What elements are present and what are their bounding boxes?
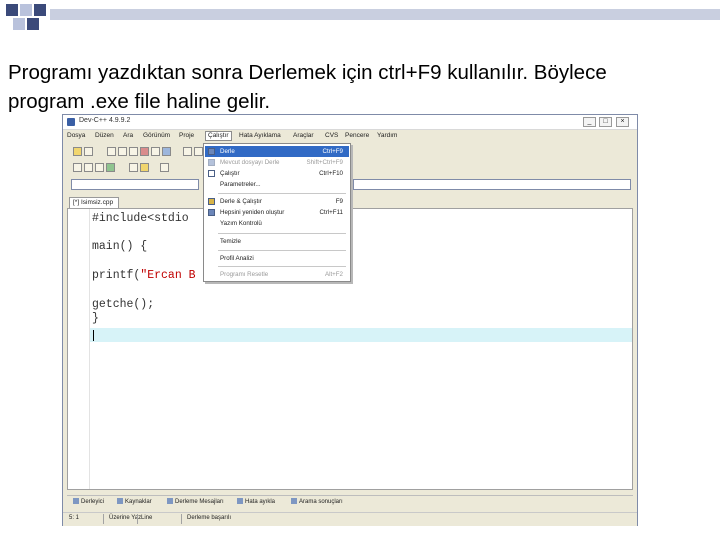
member-combo[interactable] bbox=[353, 179, 631, 190]
menu-separator bbox=[218, 193, 346, 194]
compile-current-icon bbox=[208, 159, 215, 166]
resources-icon bbox=[117, 498, 123, 504]
deco-square-2 bbox=[20, 4, 32, 16]
caption-line-2: program .exe file haline gelir. bbox=[8, 90, 271, 113]
menu-item-run[interactable]: Çalıştır Ctrl+F10 bbox=[205, 168, 349, 179]
deco-square-1 bbox=[6, 4, 18, 16]
menu-item-rebuild-all[interactable]: Hepsini yeniden oluştur Ctrl+F11 bbox=[205, 207, 349, 218]
rebuild-icon bbox=[208, 209, 215, 216]
caption-line-1: Programı yazdıktan sonra Derlemek için c… bbox=[8, 61, 607, 84]
status-lines: Line bbox=[141, 515, 153, 521]
status-message: Derleme başarılı bbox=[187, 515, 232, 521]
tab-compiler[interactable]: Derleyici bbox=[73, 498, 104, 505]
status-separator bbox=[181, 514, 182, 524]
code-line-3: printf("Ercan B bbox=[92, 269, 196, 282]
menu-item-compile[interactable]: Derle Ctrl+F9 bbox=[205, 146, 349, 157]
remove-icon[interactable] bbox=[95, 163, 104, 172]
status-separator bbox=[137, 514, 138, 524]
class-combo[interactable] bbox=[71, 179, 199, 190]
compile-log-icon bbox=[167, 498, 173, 504]
code-line-3-string: "Ercan B bbox=[140, 269, 196, 282]
status-bar: 5: 1 Üzerine Yaz Line Derleme başarılı bbox=[63, 512, 637, 526]
editor-gutter bbox=[68, 209, 90, 489]
menu-tools[interactable]: Araçlar bbox=[291, 131, 316, 141]
menu-item-profile-analysis[interactable]: Profil Analizi bbox=[205, 253, 349, 264]
menu-item-compile-current[interactable]: Mevcut dosyayı Derle Shift+Ctrl+F9 bbox=[205, 157, 349, 168]
menu-search[interactable]: Ara bbox=[121, 131, 135, 141]
open-project-icon[interactable] bbox=[73, 147, 82, 156]
menu-window[interactable]: Pencere bbox=[343, 131, 371, 141]
help-icon[interactable] bbox=[140, 163, 149, 172]
toggle-bookmark-icon[interactable] bbox=[129, 147, 138, 156]
unindent-icon[interactable] bbox=[194, 147, 203, 156]
menu-debug[interactable]: Hata Ayıklama bbox=[237, 131, 283, 141]
menu-item-syntax-check[interactable]: Yazım Kontrolü bbox=[205, 218, 349, 229]
menu-separator bbox=[218, 250, 346, 251]
insert-icon[interactable] bbox=[118, 147, 127, 156]
menu-separator bbox=[218, 233, 346, 234]
menu-edit[interactable]: Düzen bbox=[93, 131, 116, 141]
deco-square-5 bbox=[27, 18, 39, 30]
tab-find-results[interactable]: Arama sonuçları bbox=[291, 498, 343, 505]
menu-project[interactable]: Proje bbox=[177, 131, 196, 141]
slide-caption: Programı yazdıktan sonra Derlemek için c… bbox=[8, 58, 720, 116]
compile-run-icon bbox=[208, 198, 215, 205]
menu-bar: Dosya Düzen Ara Görünüm Proje Çalıştır H… bbox=[63, 130, 637, 142]
about-icon[interactable] bbox=[160, 163, 169, 172]
page-icon[interactable] bbox=[151, 147, 160, 156]
window-title: Dev-C++ 4.9.9.2 bbox=[79, 117, 131, 124]
menu-run[interactable]: Çalıştır bbox=[205, 131, 232, 141]
tab-untitled-cpp[interactable]: [*] Isimsiz.cpp bbox=[69, 197, 119, 208]
goto-bookmark-icon[interactable] bbox=[140, 147, 149, 156]
code-line-2: main() { bbox=[92, 240, 148, 253]
menu-file[interactable]: Dosya bbox=[65, 131, 87, 141]
menu-item-reset-program[interactable]: Programı Resetle Alt+F2 bbox=[205, 269, 349, 280]
add-icon[interactable] bbox=[84, 163, 93, 172]
menu-separator bbox=[218, 266, 346, 267]
debug-icon bbox=[237, 498, 243, 504]
new-icon[interactable] bbox=[73, 163, 82, 172]
current-line-highlight bbox=[90, 328, 632, 342]
status-position: 5: 1 bbox=[69, 515, 80, 521]
code-line-1: #include<stdio bbox=[92, 212, 189, 225]
bottom-panel-tabs: Derleyici Kaynaklar Derleme Mesajları Ha… bbox=[67, 495, 633, 508]
compiler-icon bbox=[73, 498, 79, 504]
check-icon[interactable] bbox=[106, 163, 115, 172]
slide-top-bar bbox=[50, 9, 720, 20]
tab-compile-log[interactable]: Derleme Mesajları bbox=[167, 498, 224, 505]
compile-icon bbox=[208, 148, 215, 155]
maximize-button[interactable]: □ bbox=[599, 117, 612, 127]
deco-square-3 bbox=[34, 4, 46, 16]
search-icon[interactable] bbox=[129, 163, 138, 172]
run-icon bbox=[208, 170, 215, 177]
code-line-5: } bbox=[92, 312, 99, 325]
menu-cvs[interactable]: CVS bbox=[323, 131, 340, 141]
indent-icon[interactable] bbox=[183, 147, 192, 156]
text-caret bbox=[93, 330, 94, 341]
menu-item-compile-run[interactable]: Derle & Çalıştır F9 bbox=[205, 196, 349, 207]
title-bar: Dev-C++ 4.9.9.2 _ □ × bbox=[63, 115, 637, 130]
classes-icon[interactable] bbox=[84, 147, 93, 156]
new-file-icon[interactable] bbox=[107, 147, 116, 156]
code-line-3-call: printf( bbox=[92, 269, 141, 282]
save-icon[interactable] bbox=[162, 147, 171, 156]
find-results-icon bbox=[291, 498, 297, 504]
menu-view[interactable]: Görünüm bbox=[141, 131, 172, 141]
menu-help[interactable]: Yardım bbox=[375, 131, 399, 141]
run-menu-dropdown: Derle Ctrl+F9 Mevcut dosyayı Derle Shift… bbox=[203, 143, 351, 282]
menu-item-parameters[interactable]: Parametreler... bbox=[205, 179, 349, 190]
minimize-button[interactable]: _ bbox=[583, 117, 596, 127]
app-icon bbox=[67, 118, 75, 126]
menu-item-clean[interactable]: Temizle bbox=[205, 236, 349, 247]
tab-debug[interactable]: Hata ayıkla bbox=[237, 498, 275, 505]
deco-square-4 bbox=[13, 18, 25, 30]
tab-resources[interactable]: Kaynaklar bbox=[117, 498, 152, 505]
code-line-4: getche(); bbox=[92, 298, 155, 311]
close-button[interactable]: × bbox=[616, 117, 629, 127]
status-separator bbox=[103, 514, 104, 524]
